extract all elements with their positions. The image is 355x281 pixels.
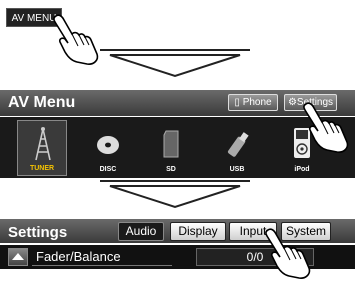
disc-icon: [97, 136, 119, 154]
source-disc[interactable]: DISC: [83, 120, 133, 176]
sd-card-icon: [163, 130, 179, 158]
usb-drive-icon: [227, 132, 249, 157]
triangle-up-icon: [12, 253, 24, 260]
source-label: USB: [229, 166, 245, 173]
av-menu-title: AV Menu: [8, 94, 76, 111]
down-arrow-icon: [100, 49, 250, 78]
fader-balance-label[interactable]: Fader/Balance: [36, 249, 121, 264]
source-sd[interactable]: SD: [146, 120, 196, 176]
pointing-hand-icon: [53, 14, 99, 65]
settings-title: Settings: [8, 224, 68, 241]
scroll-up-button[interactable]: [8, 248, 28, 266]
gear-icon: ⚙: [287, 97, 297, 108]
tab-display[interactable]: Display: [170, 222, 226, 241]
down-arrow-icon: [100, 180, 250, 209]
radio-tower-icon: [35, 127, 51, 161]
pointing-hand-icon: [303, 102, 349, 153]
tab-audio[interactable]: Audio: [118, 222, 164, 241]
source-tuner[interactable]: TUNER: [17, 120, 67, 176]
divider: [32, 265, 172, 266]
pointing-hand-icon: [265, 228, 311, 279]
source-label: SD: [166, 166, 176, 173]
phone-button[interactable]: ▯ Phone: [228, 94, 278, 111]
source-label: DISC: [99, 166, 117, 173]
source-usb[interactable]: USB: [212, 120, 262, 176]
phone-icon: ▯: [234, 97, 240, 108]
source-label: iPod: [294, 166, 310, 173]
source-label: TUNER: [29, 165, 55, 172]
phone-button-label: Phone: [242, 97, 272, 108]
